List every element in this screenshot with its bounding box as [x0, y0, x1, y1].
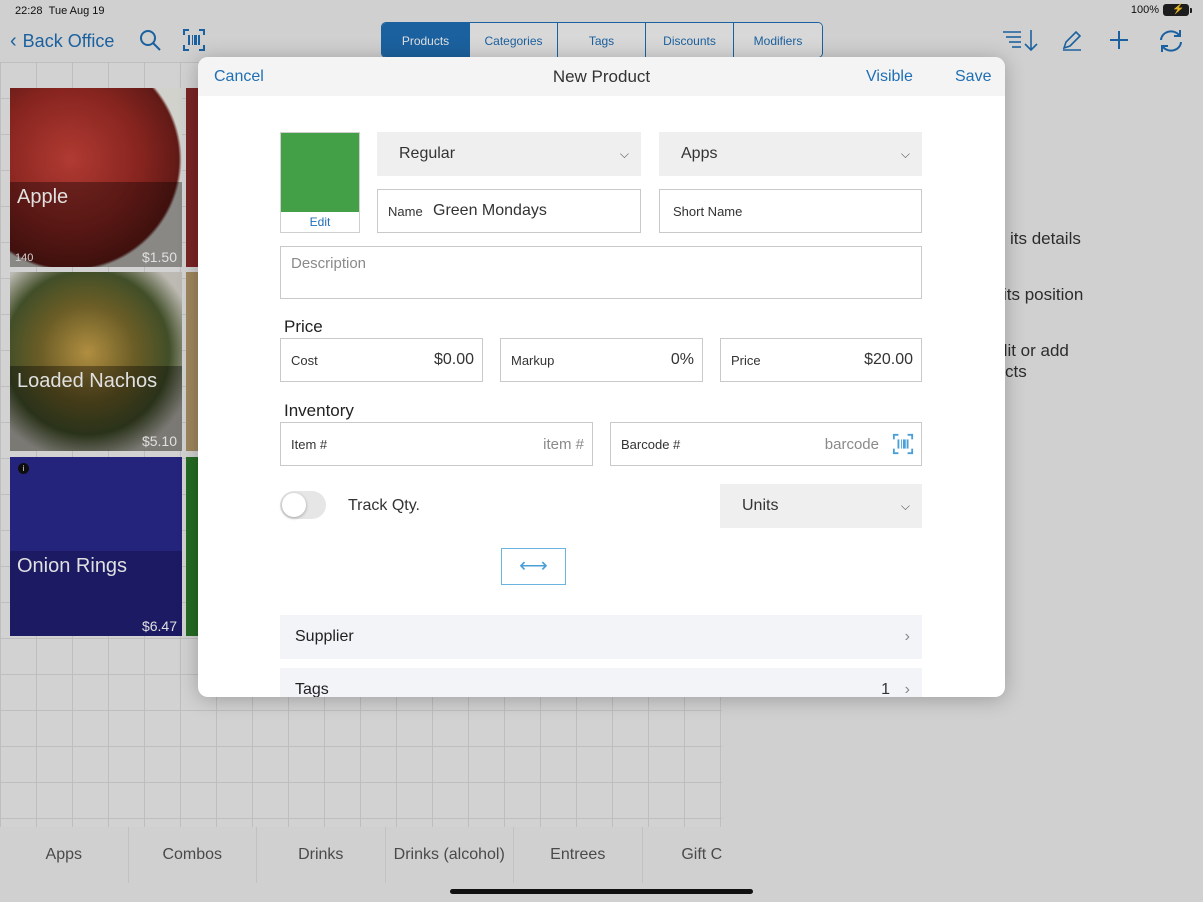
- short-name-label: Short Name: [673, 204, 743, 219]
- price-value: $20.00: [864, 351, 913, 368]
- toggle-knob: [282, 493, 306, 517]
- tags-label: Tags: [295, 681, 329, 697]
- home-indicator[interactable]: [450, 889, 753, 894]
- description-placeholder: Description: [291, 255, 367, 272]
- price-field[interactable]: Price $20.00: [720, 338, 922, 382]
- category-value: Apps: [681, 145, 718, 162]
- cancel-button[interactable]: Cancel: [214, 68, 264, 86]
- category-select[interactable]: Apps ⌵: [659, 132, 922, 176]
- color-swatch[interactable]: Edit: [280, 132, 360, 233]
- units-select[interactable]: Units ⌵: [720, 484, 922, 528]
- barcode-placeholder: barcode: [824, 436, 879, 453]
- supplier-label: Supplier: [295, 628, 354, 645]
- name-value: Green Mondays: [433, 202, 547, 219]
- visible-button[interactable]: Visible: [866, 68, 913, 86]
- tags-count: 1: [881, 681, 890, 697]
- price-label: Price: [731, 353, 761, 368]
- markup-value: 0%: [670, 351, 694, 368]
- product-type-select[interactable]: Regular ⌵: [377, 132, 641, 176]
- item-number-field[interactable]: Item # item #: [280, 422, 593, 466]
- short-name-field[interactable]: Short Name: [659, 189, 922, 233]
- color-preview: [281, 133, 359, 212]
- tags-row[interactable]: Tags 1 ›: [280, 668, 922, 697]
- chevron-right-icon: ›: [904, 681, 910, 697]
- barcode-field[interactable]: Barcode # barcode: [610, 422, 922, 466]
- save-button[interactable]: Save: [955, 68, 991, 86]
- chevron-down-icon: ⌵: [900, 499, 910, 513]
- item-number-label: Item #: [291, 437, 328, 452]
- price-section-title: Price: [284, 317, 323, 336]
- barcode-label: Barcode #: [621, 437, 681, 452]
- modal-header: New Product Cancel Visible Save: [198, 57, 1005, 96]
- new-product-modal: New Product Cancel Visible Save Edit Reg…: [198, 57, 1005, 697]
- chevron-right-icon: ›: [904, 628, 910, 645]
- description-field[interactable]: Description: [280, 246, 922, 299]
- chevron-down-icon: ⌵: [619, 147, 629, 161]
- markup-field[interactable]: Markup 0%: [500, 338, 703, 382]
- track-qty-toggle[interactable]: [280, 491, 326, 519]
- edit-color-link[interactable]: Edit: [281, 215, 359, 229]
- barcode-scan-icon[interactable]: [892, 433, 914, 460]
- expand-button[interactable]: ⟷: [501, 548, 566, 585]
- units-value: Units: [742, 497, 779, 514]
- supplier-row[interactable]: Supplier ›: [280, 615, 922, 659]
- cost-value: $0.00: [433, 351, 474, 368]
- cost-field[interactable]: Cost $0.00: [280, 338, 483, 382]
- double-arrow-icon: ⟷: [519, 555, 548, 577]
- markup-label: Markup: [511, 353, 555, 368]
- name-field[interactable]: Name Green Mondays: [377, 189, 641, 233]
- chevron-down-icon: ⌵: [900, 147, 910, 161]
- item-number-placeholder: item #: [543, 436, 584, 453]
- inventory-section-title: Inventory: [284, 401, 354, 420]
- cost-label: Cost: [291, 353, 318, 368]
- name-label: Name: [388, 204, 423, 219]
- track-qty-label: Track Qty.: [348, 497, 420, 514]
- product-type-value: Regular: [399, 145, 456, 162]
